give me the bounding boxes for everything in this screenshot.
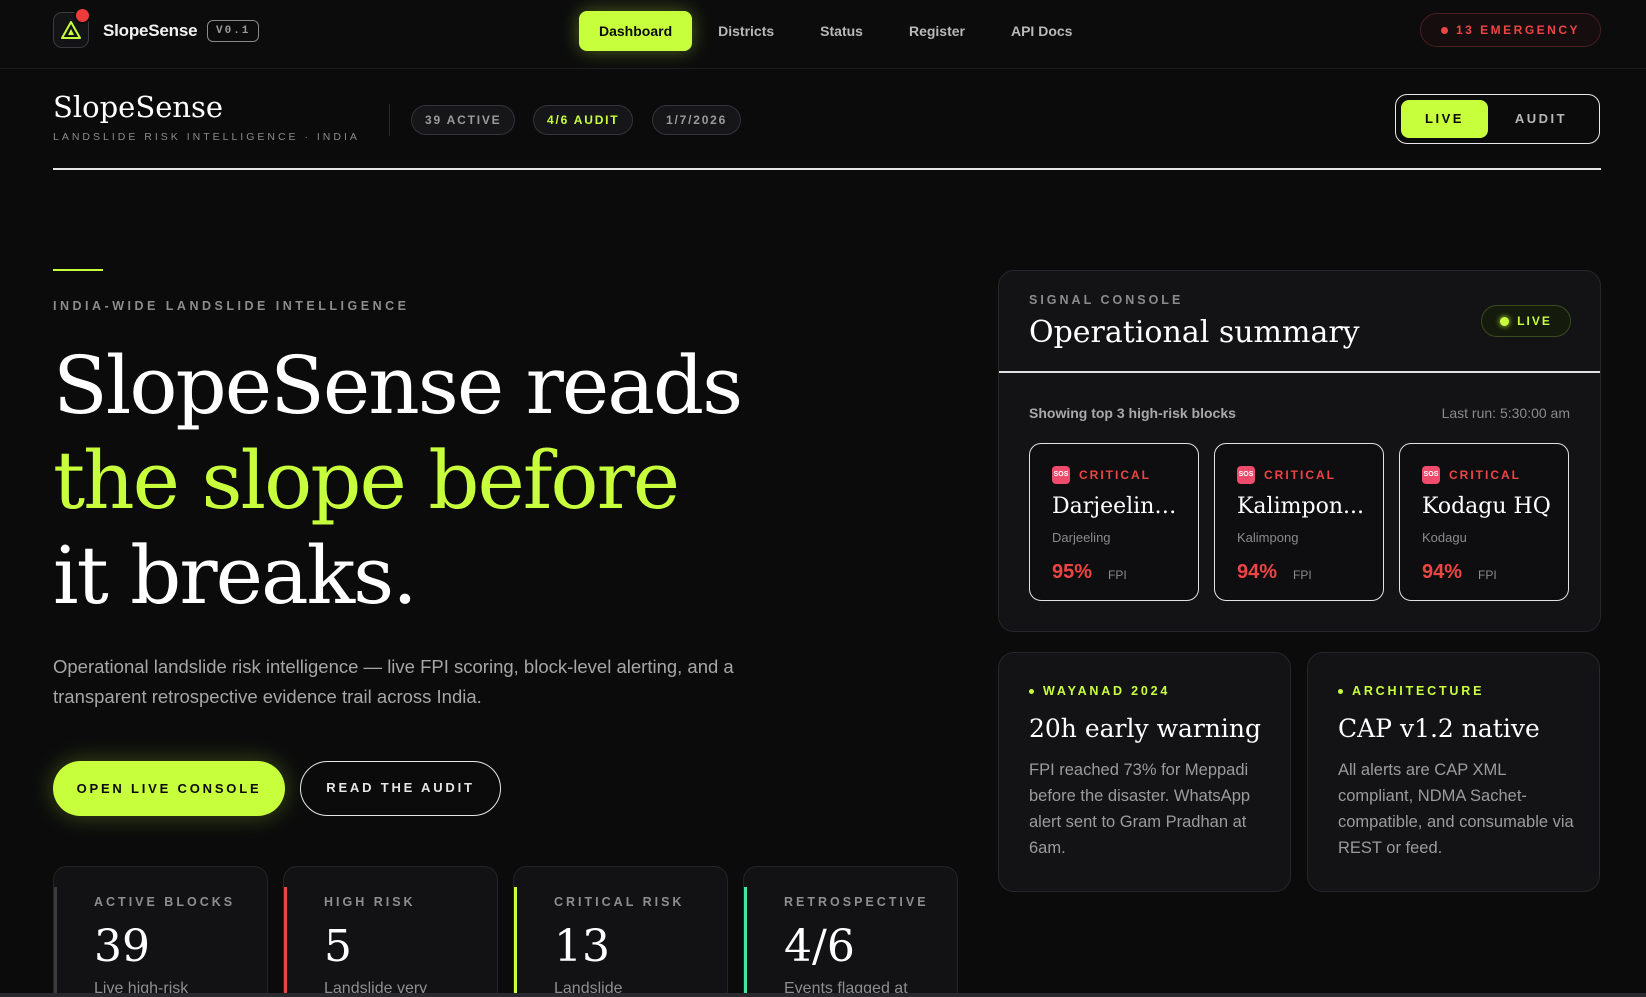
alert-dot-icon — [74, 7, 91, 24]
audit-mode-button[interactable]: AUDIT — [1488, 100, 1594, 138]
stat-accent-bar — [744, 887, 747, 997]
open-live-console-button[interactable]: OPEN LIVE CONSOLE — [53, 761, 285, 816]
stat-label: ACTIVE BLOCKS — [94, 895, 236, 909]
sos-icon: SOS — [1422, 466, 1440, 484]
stat-accent-bar — [514, 887, 517, 997]
severity-label: CRITICAL — [1264, 468, 1336, 482]
nav-api-docs[interactable]: API Docs — [991, 11, 1092, 51]
card-body: All alerts are CAP XML compliant, NDMA S… — [1338, 761, 1574, 857]
severity-label: CRITICAL — [1079, 468, 1151, 482]
stat-value: 13 — [554, 921, 610, 972]
risk-card-kalimpong[interactable]: SOS CRITICAL Kalimpon... Kalimpong 94% F… — [1214, 443, 1384, 601]
fpi-label: FPI — [1293, 568, 1312, 582]
stat-value: 5 — [324, 921, 352, 972]
sos-icon: SOS — [1237, 466, 1255, 484]
mode-toggle: LIVE AUDIT — [1395, 94, 1600, 144]
active-count-chip: 39 ACTIVE — [411, 105, 516, 135]
card-tag: WAYANAD 2024 — [1029, 684, 1170, 698]
risk-card-kodagu[interactable]: SOS CRITICAL Kodagu HQ Kodagu 94% FPI — [1399, 443, 1569, 601]
date-chip: 1/7/2026 — [652, 105, 742, 135]
live-label: LIVE — [1517, 314, 1552, 328]
brand-name[interactable]: SlopeSense — [103, 21, 198, 41]
card-heading: CAP v1.2 native — [1338, 714, 1540, 743]
fpi-value: 94% — [1422, 561, 1463, 583]
console-last-run: Last run: 5:30:00 am — [1441, 405, 1570, 421]
stat-label: HIGH RISK — [324, 895, 416, 909]
warning-triangle-icon — [61, 21, 81, 39]
audit-chip: 4/6 AUDIT — [533, 105, 634, 135]
emergency-label: 13 EMERGENCY — [1455, 23, 1581, 37]
stat-card-high-risk[interactable]: HIGH RISK 5 Landslide very — [283, 866, 498, 997]
card-tag: ARCHITECTURE — [1338, 684, 1484, 698]
top-navbar: SlopeSense V0.1 Dashboard Districts Stat… — [0, 0, 1646, 69]
console-title: Operational summary — [1029, 315, 1360, 350]
stat-label: RETROSPECTIVE — [784, 895, 929, 909]
district-name: Darjeeling — [1052, 530, 1111, 545]
signal-console-panel: SIGNAL CONSOLE Operational summary LIVE … — [998, 270, 1601, 632]
sos-icon: SOS — [1052, 466, 1070, 484]
tag-dot-icon — [1029, 688, 1034, 694]
header-rule — [53, 168, 1601, 170]
nav-districts[interactable]: Districts — [698, 11, 794, 51]
headline-line-3: it breaks. — [53, 529, 418, 622]
console-eyebrow: SIGNAL CONSOLE — [1029, 293, 1184, 307]
headline-line-2: the slope before — [53, 434, 680, 527]
severity-row: SOS CRITICAL — [1422, 466, 1521, 484]
nav-status[interactable]: Status — [800, 11, 883, 51]
block-name: Kodagu HQ — [1422, 494, 1551, 519]
console-showing-text: Showing top 3 high-risk blocks — [1029, 405, 1236, 421]
page-brand: SlopeSense — [53, 90, 224, 124]
stat-value: 4/6 — [784, 921, 855, 972]
tag-dot-icon — [1338, 688, 1343, 694]
hero-description: Operational landslide risk intelligence … — [53, 656, 734, 707]
fpi-value: 95% — [1052, 561, 1093, 583]
fpi-label: FPI — [1478, 568, 1497, 582]
header-divider — [389, 104, 390, 136]
live-status-badge: LIVE — [1481, 305, 1571, 337]
stat-accent-bar — [284, 887, 287, 997]
block-name: Kalimpon... — [1237, 494, 1364, 519]
card-body: FPI reached 73% for Meppadi before the d… — [1029, 761, 1251, 857]
risk-card-darjeeling[interactable]: SOS CRITICAL Darjeeling... Darjeeling 95… — [1029, 443, 1199, 601]
live-mode-button[interactable]: LIVE — [1401, 100, 1488, 138]
card-tag-label: ARCHITECTURE — [1352, 684, 1485, 698]
emergency-dot-icon — [1440, 26, 1448, 34]
nav-dashboard[interactable]: Dashboard — [579, 11, 693, 51]
version-badge: V0.1 — [207, 20, 260, 42]
horizontal-scrollbar[interactable] — [0, 993, 1646, 997]
live-dot-icon — [1500, 316, 1510, 326]
district-name: Kalimpong — [1237, 530, 1299, 545]
main-nav: Dashboard Districts Status Register API … — [579, 11, 1098, 51]
stat-card-active-blocks[interactable]: ACTIVE BLOCKS 39 Live high-risk — [53, 866, 268, 997]
headline-line-1: SlopeSense reads — [53, 339, 743, 432]
fpi-value: 94% — [1237, 561, 1278, 583]
card-heading: 20h early warning — [1029, 714, 1262, 743]
page-tagline: LANDSLIDE RISK INTELLIGENCE · INDIA — [53, 131, 360, 143]
console-divider — [999, 371, 1600, 373]
hero-accent-line — [53, 269, 103, 271]
stat-value: 39 — [94, 921, 150, 972]
stat-accent-bar — [54, 887, 57, 997]
read-audit-button[interactable]: READ THE AUDIT — [300, 761, 501, 816]
block-name: Darjeeling... — [1052, 494, 1187, 519]
nav-register[interactable]: Register — [889, 11, 985, 51]
emergency-button[interactable]: 13 EMERGENCY — [1420, 13, 1601, 47]
fpi-label: FPI — [1108, 568, 1127, 582]
hero-headline: SlopeSense reads the slope before it bre… — [53, 338, 743, 623]
hero-eyebrow: INDIA-WIDE LANDSLIDE INTELLIGENCE — [53, 299, 410, 313]
severity-row: SOS CRITICAL — [1237, 466, 1336, 484]
stat-card-retrospective[interactable]: RETROSPECTIVE 4/6 Events flagged at — [743, 866, 958, 997]
stat-card-critical-risk[interactable]: CRITICAL RISK 13 Landslide — [513, 866, 728, 997]
severity-row: SOS CRITICAL — [1052, 466, 1151, 484]
severity-label: CRITICAL — [1449, 468, 1521, 482]
stat-label: CRITICAL RISK — [554, 895, 685, 909]
district-name: Kodagu — [1422, 530, 1467, 545]
card-tag-label: WAYANAD 2024 — [1043, 684, 1171, 698]
wayanad-info-card: WAYANAD 2024 20h early warning FPI reach… — [998, 652, 1291, 892]
architecture-info-card: ARCHITECTURE CAP v1.2 native All alerts … — [1307, 652, 1600, 892]
